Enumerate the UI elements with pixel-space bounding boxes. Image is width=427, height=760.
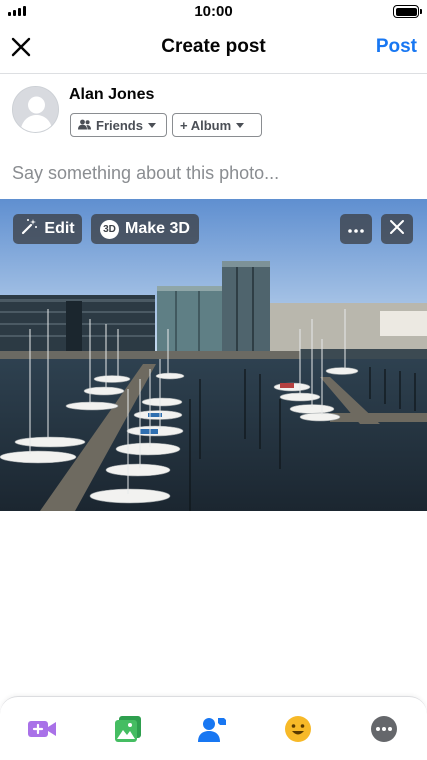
edit-label: Edit — [44, 220, 75, 237]
more-options-icon — [371, 716, 397, 742]
feeling-button[interactable] — [278, 709, 318, 749]
post-button[interactable]: Post — [376, 36, 417, 58]
caption-input[interactable]: Say something about this photo... — [12, 163, 279, 184]
nav-bar: Create post Post — [0, 24, 427, 74]
photo-icon — [115, 716, 141, 742]
chevron-down-icon — [236, 122, 245, 128]
magic-wand-icon — [20, 218, 38, 241]
photo-button[interactable] — [108, 709, 148, 749]
tag-people-icon — [198, 718, 226, 742]
user-name: Alan Jones — [69, 86, 155, 103]
page-title: Create post — [161, 36, 266, 57]
3d-icon: 3D — [100, 219, 120, 239]
post-photo — [0, 199, 427, 511]
edit-photo-button[interactable]: Edit — [13, 214, 82, 244]
battery-icon — [393, 5, 422, 18]
avatar[interactable] — [12, 86, 59, 133]
more-horizontal-icon — [348, 220, 364, 238]
status-bar: 10:00 — [0, 0, 427, 24]
make-3d-button[interactable]: 3D Make 3D — [91, 214, 199, 244]
more-options-button[interactable] — [364, 709, 404, 749]
chevron-down-icon — [147, 122, 156, 128]
feeling-icon — [285, 716, 311, 742]
make-3d-label: Make 3D — [125, 220, 190, 237]
photo-more-button[interactable] — [340, 214, 372, 244]
audience-label: Friends — [96, 117, 143, 133]
status-time: 10:00 — [194, 3, 233, 20]
tag-people-button[interactable] — [192, 709, 232, 749]
album-label: + Album — [180, 117, 232, 133]
close-icon — [389, 219, 405, 240]
composer-toolbar — [0, 696, 427, 760]
audience-selector[interactable]: Friends — [70, 113, 167, 137]
close-icon[interactable] — [8, 34, 36, 62]
remove-photo-button[interactable] — [381, 214, 413, 244]
friends-icon — [78, 118, 91, 133]
live-video-button[interactable] — [22, 709, 62, 749]
live-video-icon — [28, 721, 56, 737]
album-selector[interactable]: + Album — [172, 113, 262, 137]
